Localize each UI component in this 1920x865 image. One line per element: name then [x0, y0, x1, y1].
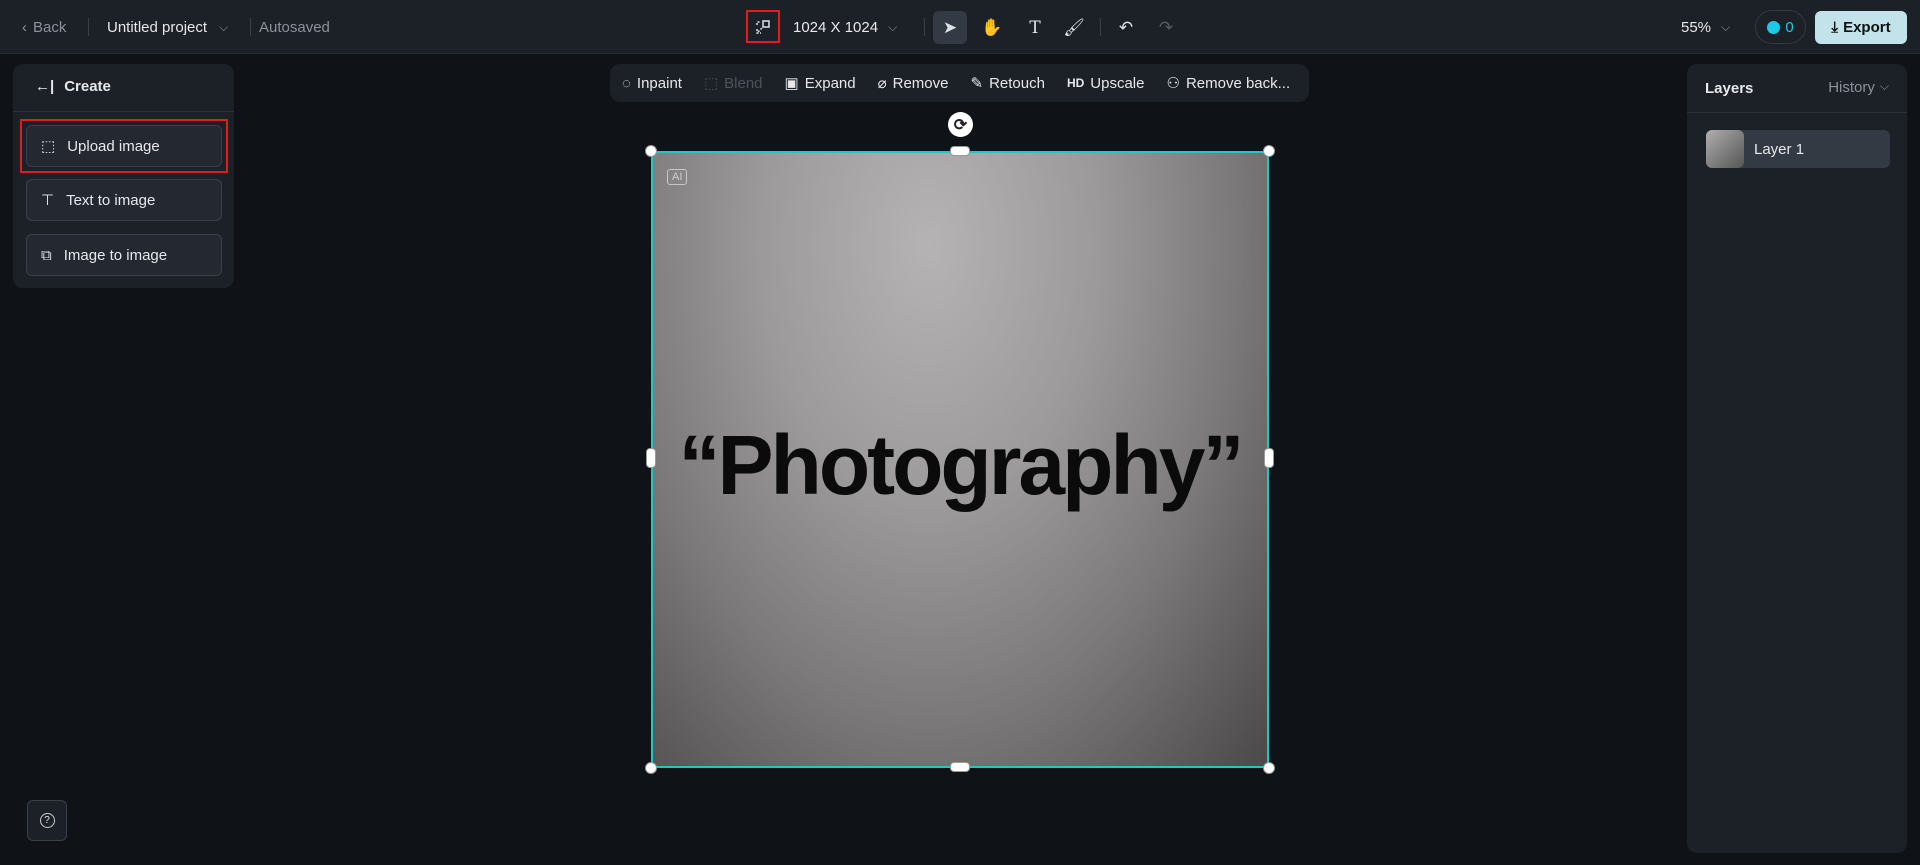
divider	[88, 18, 89, 36]
resize-handle-se[interactable]	[1263, 762, 1275, 774]
help-icon: ?	[39, 813, 55, 828]
canvas-size-dropdown[interactable]: 1024 X 1024 ⌵	[793, 0, 897, 54]
rotate-handle-icon[interactable]: ⟳	[948, 112, 973, 137]
tool-label: Upscale	[1090, 74, 1145, 92]
create-panel: ←| Create ⬚ Upload image ⊤ Text to image ⧉ I…	[13, 64, 234, 288]
download-icon: ⤓	[1831, 19, 1839, 36]
export-label: Export	[1843, 19, 1891, 36]
edit-toolbar: ◌ Inpaint ⬚ Blend ▣ Expand ⌀ Remove ✎ Retouch…	[610, 64, 1309, 102]
highlight-box	[20, 119, 228, 173]
tab-history[interactable]: History ⌵	[1828, 79, 1889, 96]
resize-handle-ne[interactable]	[1263, 145, 1275, 157]
chevron-down-icon: ⌵	[219, 19, 229, 34]
blend-button[interactable]: ⬚ Blend	[703, 74, 763, 93]
text-to-image-button[interactable]: ⊤ Text to image	[26, 179, 222, 221]
credit-icon	[1767, 20, 1781, 34]
layer-thumbnail	[1706, 130, 1744, 168]
tool-label: Retouch	[989, 74, 1045, 92]
brush-tool-icon[interactable]: 🖌	[1057, 11, 1091, 44]
tool-label: Inpaint	[636, 74, 682, 92]
layers-panel: Layers History ⌵ Layer 1	[1687, 64, 1907, 853]
image-text: “Photography”	[678, 418, 1245, 512]
zoom-dropdown[interactable]: 55% ⌵	[1681, 0, 1730, 54]
tab-layers[interactable]: Layers	[1705, 80, 1753, 97]
help-button[interactable]: ?	[27, 800, 67, 841]
resize-handle-w[interactable]	[646, 448, 656, 468]
divider	[13, 111, 234, 112]
button-label: Image to image	[63, 246, 168, 264]
canvas-size: 1024 X 1024	[793, 18, 879, 36]
button-label: Text to image	[66, 191, 156, 209]
image-to-image-icon: ⧉	[41, 246, 52, 264]
select-tool-icon[interactable]: ➤	[933, 11, 967, 44]
resize-handle-e[interactable]	[1264, 448, 1274, 468]
resize-handle-sw[interactable]	[645, 762, 657, 774]
credits-badge[interactable]: 0	[1755, 10, 1806, 44]
panel-title: Create	[64, 78, 111, 95]
redo-icon[interactable]: ↷	[1149, 11, 1183, 44]
expand-icon: ▣	[784, 75, 799, 92]
person-icon: ⚇	[1166, 75, 1180, 92]
text-to-image-icon: ⊤	[41, 192, 55, 209]
tool-label: Expand	[804, 74, 856, 92]
resize-canvas-icon[interactable]	[746, 10, 780, 43]
remove-button[interactable]: ⌀ Remove	[877, 74, 949, 93]
canvas-image[interactable]: AI “Photography”	[651, 151, 1269, 768]
zoom-level: 55%	[1681, 18, 1712, 36]
export-button[interactable]: ⤓ Export	[1815, 11, 1907, 44]
layer-item[interactable]: Layer 1	[1706, 130, 1890, 168]
chevron-down-icon: ⌵	[888, 19, 898, 34]
history-label: History	[1828, 79, 1875, 96]
ai-badge: AI	[667, 169, 688, 185]
remove-background-button[interactable]: ⚇ Remove back...	[1166, 74, 1291, 93]
credit-count: 0	[1785, 18, 1794, 36]
back-label: Back	[33, 18, 67, 36]
chevron-down-icon: ⌵	[1879, 79, 1889, 93]
tool-label: Remove	[892, 74, 949, 92]
layer-name: Layer 1	[1754, 140, 1805, 158]
back-button[interactable]: ‹ Back	[22, 0, 66, 54]
resize-handle-s[interactable]	[950, 762, 970, 772]
project-name-dropdown[interactable]: Untitled project ⌵	[107, 0, 228, 54]
divider	[1100, 18, 1101, 36]
divider	[1687, 112, 1907, 113]
tool-label: Remove back...	[1185, 74, 1291, 92]
create-header[interactable]: ←| Create	[35, 78, 111, 95]
project-name: Untitled project	[107, 18, 208, 36]
retouch-icon: ✎	[970, 75, 984, 92]
hd-icon: HD	[1066, 76, 1085, 90]
divider	[250, 18, 251, 36]
inpaint-button[interactable]: ◌ Inpaint	[622, 75, 682, 92]
text-tool-icon[interactable]: T	[1018, 11, 1052, 44]
resize-handle-n[interactable]	[950, 146, 970, 156]
blend-icon: ⬚	[703, 75, 719, 92]
image-to-image-button[interactable]: ⧉ Image to image	[26, 234, 222, 276]
chevron-down-icon: ⌵	[1721, 19, 1731, 34]
eraser-icon: ⌀	[877, 75, 887, 92]
inpaint-icon: ◌	[622, 74, 631, 92]
top-bar: ‹ Back Untitled project ⌵ Autosaved 1024 X…	[0, 0, 1920, 54]
upscale-button[interactable]: HD Upscale	[1067, 75, 1145, 92]
expand-button[interactable]: ▣ Expand	[784, 74, 856, 93]
retouch-button[interactable]: ✎ Retouch	[970, 74, 1045, 93]
autosave-status: Autosaved	[259, 18, 330, 36]
hand-tool-icon[interactable]: ✋	[975, 11, 1009, 44]
collapse-left-icon: ←|	[35, 78, 55, 95]
resize-handle-nw[interactable]	[645, 145, 657, 157]
undo-icon[interactable]: ↶	[1109, 11, 1143, 44]
tool-label: Blend	[724, 74, 763, 92]
divider	[924, 18, 925, 36]
chevron-left-icon: ‹	[22, 18, 27, 36]
